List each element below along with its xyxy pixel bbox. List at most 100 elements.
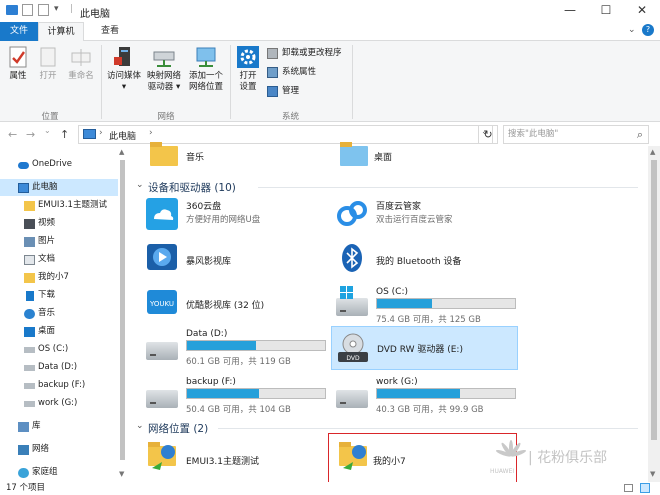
group-separator — [230, 45, 231, 119]
rename-button[interactable]: 重命名 — [64, 45, 98, 82]
folder-tile-music[interactable]: 音乐 — [148, 142, 328, 176]
system-properties-button[interactable]: 系统属性 — [267, 66, 316, 80]
group-separator — [101, 45, 102, 119]
drive-tile-backup-f[interactable]: backup (F:) 50.4 GB 可用，共 104 GB — [146, 376, 336, 416]
rename-icon — [68, 45, 94, 69]
device-tile-bluetooth[interactable]: 我的 Bluetooth 设备 — [336, 242, 526, 278]
uninstall-programs-button[interactable]: 卸载或更改程序 — [267, 47, 342, 61]
nav-label: 桌面 — [38, 326, 56, 336]
tile-subtitle: 75.4 GB 可用，共 125 GB — [376, 315, 481, 325]
tile-name: 桌面 — [374, 153, 393, 163]
customize-quick-access-icon[interactable]: ▾ — [54, 4, 59, 14]
computer-icon — [83, 129, 96, 139]
download-arrow-icon — [26, 291, 34, 301]
tile-subtitle: 双击运行百度云管家 — [376, 215, 453, 225]
details-view-icon[interactable] — [624, 484, 633, 492]
usage-bar — [376, 388, 516, 399]
tab-computer[interactable]: 计算机 — [38, 22, 84, 42]
usage-bar — [376, 298, 516, 309]
map-network-drive-button[interactable]: 映射网络 驱动器 ▾ — [144, 45, 184, 93]
scroll-thumb[interactable] — [651, 160, 657, 440]
add-network-location-button[interactable]: 添加一个 网络位置 — [184, 45, 228, 93]
back-button[interactable]: ← — [8, 128, 17, 141]
tile-subtitle: 50.4 GB 可用，共 104 GB — [186, 405, 291, 415]
scroll-down-button[interactable]: ▼ — [650, 470, 655, 478]
tab-file[interactable]: 文件 — [0, 22, 38, 41]
recent-locations-icon[interactable]: ⌄ — [44, 126, 51, 135]
properties-button[interactable]: 属性 — [4, 45, 32, 82]
open-settings-label-2: 设置 — [239, 82, 257, 92]
tab-view[interactable]: 查看 — [90, 22, 130, 41]
up-button[interactable]: ↑ — [60, 128, 69, 141]
address-box[interactable]: › 此电脑 › ⌄ — [78, 125, 493, 144]
title-bar: ▾ | 此电脑 — ☐ ✕ — [0, 0, 660, 22]
open-settings-label-1: 打开 — [239, 71, 257, 81]
system-properties-icon — [267, 67, 278, 78]
collapse-ribbon-icon[interactable]: ⌄ — [628, 25, 636, 35]
network-folder-icon — [337, 442, 369, 474]
drive-tile-dvd-e[interactable]: DVD DVD RW 驱动器 (E:) — [331, 326, 518, 370]
refresh-button[interactable]: ↻ — [478, 125, 498, 144]
nav-scroll-down[interactable]: ▼ — [119, 470, 124, 478]
baidu-cloud-icon — [336, 198, 368, 230]
collapse-chevron-icon[interactable]: ⌄ — [136, 180, 144, 190]
libraries-icon — [18, 422, 29, 432]
new-folder-quick-icon[interactable] — [38, 4, 49, 16]
device-tile-baofeng[interactable]: 暴风影视库 — [146, 242, 336, 278]
drive-tile-data-d[interactable]: Data (D:) 60.1 GB 可用，共 119 GB — [146, 328, 336, 368]
pictures-folder-icon — [24, 237, 35, 247]
tile-subtitle: 40.3 GB 可用，共 99.9 GB — [376, 405, 484, 415]
nav-label: OS (C:) — [38, 344, 69, 354]
nav-scroll-up[interactable]: ▲ — [119, 148, 124, 156]
folder-tile-desktop[interactable]: 桌面 — [338, 142, 518, 176]
nav-item-onedrive[interactable]: OneDrive — [0, 156, 118, 173]
open-settings-button[interactable]: 打开 设置 — [233, 45, 263, 93]
device-tile-baidu[interactable]: 百度云管家 双击运行百度云管家 — [336, 198, 526, 234]
tile-name: backup (F:) — [186, 377, 236, 387]
cloud-360-icon — [146, 198, 178, 230]
tiles-view-icon[interactable] — [640, 483, 650, 493]
network-tile-my-xiao7[interactable]: 我的小7 — [328, 433, 517, 483]
section-header-network-locations[interactable]: 网络位置 (2) — [148, 421, 208, 436]
drive-tile-os-c[interactable]: OS (C:) 75.4 GB 可用，共 125 GB — [336, 286, 526, 325]
open-button[interactable]: 打开 — [34, 45, 62, 82]
usage-bar-fill — [187, 341, 256, 350]
music-folder-icon — [148, 140, 180, 172]
settings-gear-icon — [235, 45, 261, 69]
nav-scrollbar[interactable]: ▲ ▼ — [118, 146, 128, 482]
properties-quick-icon[interactable] — [22, 4, 33, 16]
drive-icon — [146, 328, 178, 360]
dvd-logo-text: DVD — [346, 355, 360, 362]
content-pane: 音乐 桌面 ⌄ 设备和驱动器 (10) 360云盘 方便好用的网络U盘 百度云管… — [128, 142, 648, 483]
collapse-chevron-icon[interactable]: ⌄ — [136, 421, 144, 431]
properties-label: 属性 — [9, 71, 27, 81]
search-input[interactable]: 搜索"此电脑" ⌕ — [503, 125, 649, 144]
nav-item-this-pc[interactable]: 此电脑 — [0, 179, 118, 196]
manage-button[interactable]: 管理 — [267, 85, 299, 99]
network-tile-emui[interactable]: EMUI3.1主题测试 — [146, 442, 336, 480]
music-note-icon — [24, 309, 35, 319]
device-tile-360[interactable]: 360云盘 方便好用的网络U盘 — [146, 198, 336, 234]
forward-button[interactable]: → — [26, 128, 35, 141]
title-separator: | — [70, 4, 74, 14]
scroll-up-button[interactable]: ▲ — [650, 148, 655, 156]
network-location-icon — [193, 45, 219, 69]
drive-icon — [24, 347, 35, 353]
nav-label: Data (D:) — [38, 362, 78, 372]
path-segment[interactable]: 此电脑 — [109, 129, 136, 142]
access-media-button[interactable]: 访问媒体 ▾ — [104, 45, 144, 93]
system-properties-label: 系统属性 — [282, 67, 317, 77]
documents-folder-icon — [24, 255, 35, 265]
drive-tile-work-g[interactable]: work (G:) 40.3 GB 可用，共 99.9 GB — [336, 376, 526, 416]
minimize-button[interactable]: — — [552, 0, 588, 22]
open-label: 打开 — [39, 71, 57, 81]
maximize-button[interactable]: ☐ — [588, 0, 624, 22]
nav-label: 音乐 — [38, 308, 56, 318]
close-button[interactable]: ✕ — [624, 0, 660, 22]
device-tile-youku[interactable]: YOUKU 优酷影视库 (32 位) — [146, 286, 336, 322]
section-header-devices[interactable]: 设备和驱动器 (10) — [148, 180, 236, 195]
content-scrollbar[interactable]: ▲ ▼ — [648, 146, 660, 482]
media-server-icon — [111, 45, 137, 69]
help-icon[interactable]: ? — [642, 24, 654, 36]
nav-scroll-thumb[interactable] — [120, 160, 125, 460]
